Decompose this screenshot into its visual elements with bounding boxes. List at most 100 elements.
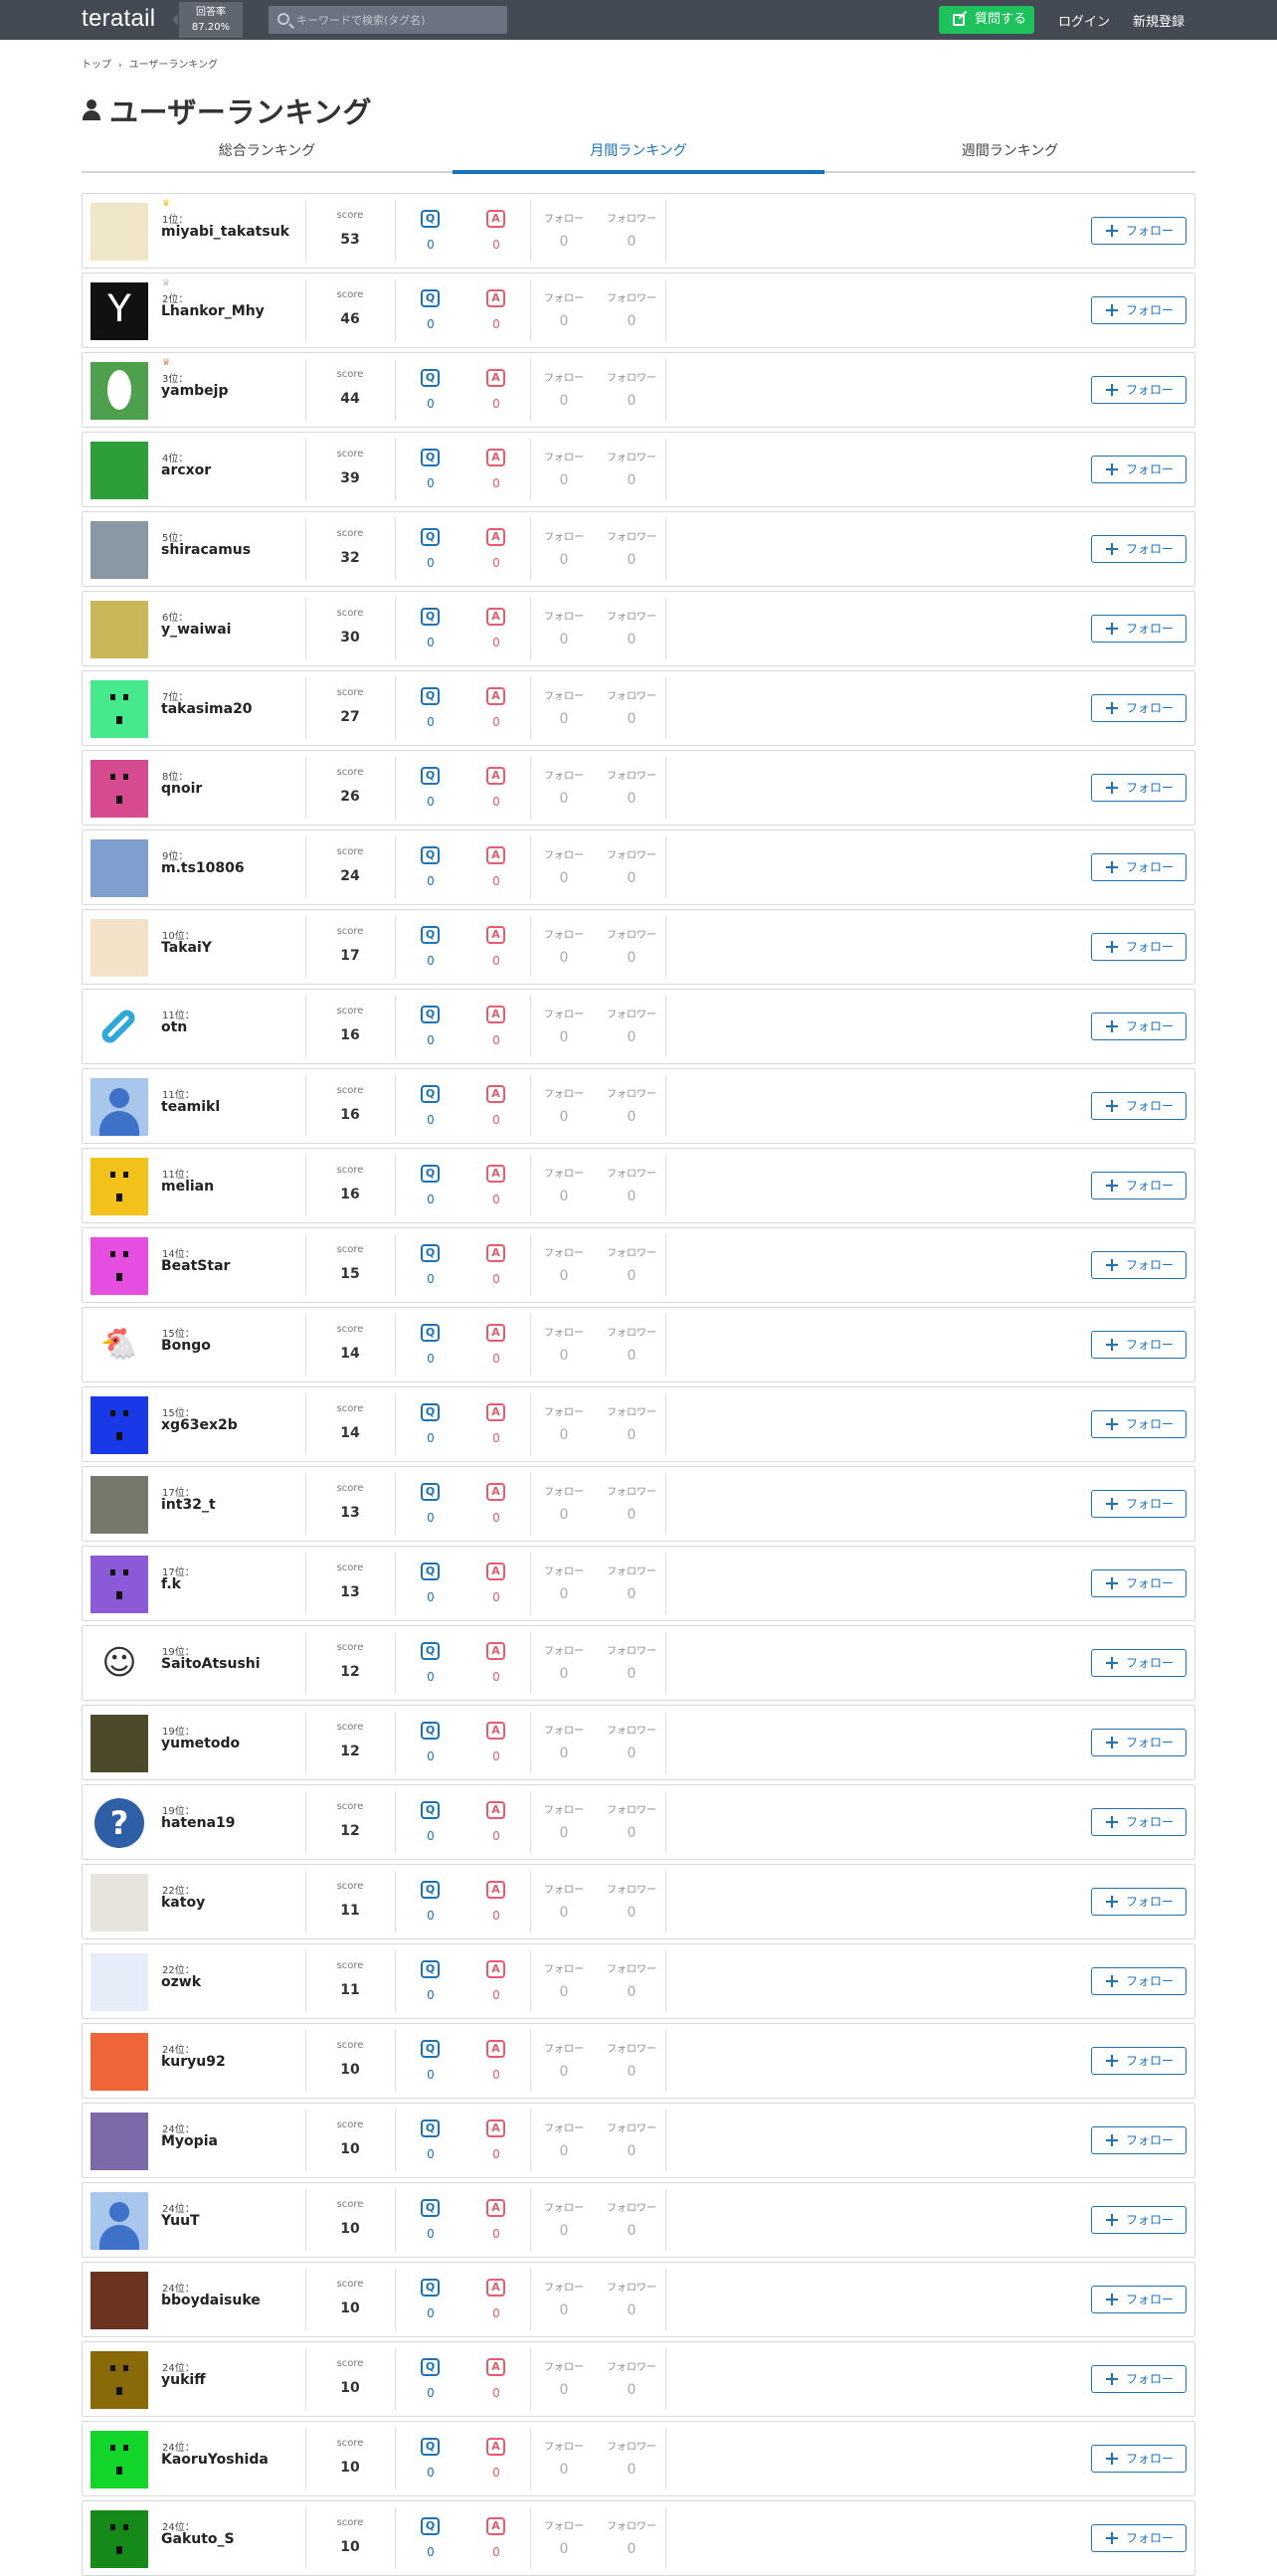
question-count[interactable]: 0: [411, 1431, 451, 1445]
username-link[interactable]: teamikl: [161, 1099, 220, 1115]
username-link[interactable]: YuuT: [161, 2213, 200, 2229]
follow-button[interactable]: フォロー: [1091, 1331, 1186, 1359]
follow-button[interactable]: フォロー: [1091, 535, 1186, 563]
night-photo-avatar[interactable]: [91, 1715, 148, 1772]
follow-button[interactable]: フォロー: [1091, 2524, 1186, 2552]
answer-count[interactable]: 0: [476, 874, 516, 888]
question-count[interactable]: 0: [411, 1113, 451, 1127]
identicon-avatar[interactable]: [91, 2351, 148, 2409]
follow-button[interactable]: フォロー: [1091, 1251, 1186, 1279]
signup-link[interactable]: 新規登録: [1133, 11, 1185, 30]
question-count[interactable]: 0: [411, 1033, 451, 1047]
tab-weekly-ranking[interactable]: 週間ランキング: [824, 137, 1195, 173]
username-link[interactable]: arcxor: [161, 462, 211, 478]
follow-button[interactable]: フォロー: [1091, 1012, 1186, 1040]
follow-button[interactable]: フォロー: [1091, 933, 1186, 961]
question-count[interactable]: 0: [411, 2545, 451, 2559]
tab-overall-ranking[interactable]: 総合ランキング: [82, 137, 453, 173]
answer-count[interactable]: 0: [476, 556, 516, 570]
answer-count[interactable]: 0: [476, 397, 516, 411]
answer-count[interactable]: 0: [476, 2306, 516, 2320]
answer-count[interactable]: 0: [476, 2068, 516, 2082]
username-link[interactable]: f.k: [161, 1576, 181, 1592]
username-link[interactable]: Bongo: [161, 1338, 211, 1354]
search-icon[interactable]: [277, 13, 289, 25]
follow-button[interactable]: フォロー: [1091, 1569, 1186, 1597]
breadcrumb-top[interactable]: トップ: [82, 60, 111, 71]
egg-avatar[interactable]: [91, 362, 148, 420]
snow-mountain-photo-avatar[interactable]: [91, 521, 148, 579]
follow-button[interactable]: フォロー: [1091, 1172, 1186, 1199]
search-input[interactable]: [296, 10, 501, 30]
tab-monthly-ranking[interactable]: 月間ランキング: [453, 137, 824, 174]
answer-count[interactable]: 0: [476, 2545, 516, 2559]
site-logo[interactable]: teratail: [82, 5, 155, 33]
username-link[interactable]: Gakuto_S: [161, 2531, 235, 2547]
question-mark-avatar[interactable]: ?: [91, 1794, 148, 1852]
username-link[interactable]: yambejp: [161, 383, 229, 399]
question-count[interactable]: 0: [411, 1988, 451, 2002]
username-link[interactable]: otn: [161, 1019, 187, 1035]
follow-button[interactable]: フォロー: [1091, 1092, 1186, 1120]
answer-count[interactable]: 0: [476, 1193, 516, 1206]
question-count[interactable]: 0: [411, 2227, 451, 2241]
default-person-avatar[interactable]: [91, 2192, 148, 2250]
answer-count[interactable]: 0: [476, 1352, 516, 1366]
question-count[interactable]: 0: [411, 715, 451, 729]
answer-count[interactable]: 0: [476, 1033, 516, 1047]
follow-button[interactable]: フォロー: [1091, 456, 1186, 483]
question-count[interactable]: 0: [411, 317, 451, 331]
username-link[interactable]: KaoruYoshida: [161, 2452, 269, 2468]
answer-count[interactable]: 0: [476, 954, 516, 968]
follow-button[interactable]: フォロー: [1091, 2445, 1186, 2473]
answer-count[interactable]: 0: [476, 1113, 516, 1127]
answer-count[interactable]: 0: [476, 476, 516, 490]
question-count[interactable]: 0: [411, 1193, 451, 1206]
answer-count[interactable]: 0: [476, 238, 516, 252]
identicon-avatar[interactable]: [91, 1237, 148, 1295]
follow-button[interactable]: フォロー: [1091, 615, 1186, 643]
question-count[interactable]: 0: [411, 1749, 451, 1763]
username-link[interactable]: SaitoAtsushi: [161, 1656, 261, 1672]
follow-button[interactable]: フォロー: [1091, 1649, 1186, 1677]
answer-count[interactable]: 0: [476, 2147, 516, 2161]
question-count[interactable]: 0: [411, 556, 451, 570]
follow-button[interactable]: フォロー: [1091, 1808, 1186, 1836]
road-photo-avatar[interactable]: [91, 1476, 148, 1534]
link-icon-avatar[interactable]: [91, 999, 148, 1056]
username-link[interactable]: y_waiwai: [161, 622, 232, 638]
follow-button[interactable]: フォロー: [1091, 2206, 1186, 2234]
question-count[interactable]: 0: [411, 1511, 451, 1525]
username-link[interactable]: m.ts10806: [161, 860, 245, 876]
answer-count[interactable]: 0: [476, 1749, 516, 1763]
follow-button[interactable]: フォロー: [1091, 2047, 1186, 2075]
question-count[interactable]: 0: [411, 795, 451, 809]
identicon-avatar[interactable]: [91, 1396, 148, 1454]
guitar-photo-avatar[interactable]: [91, 2272, 148, 2329]
username-link[interactable]: BeatStar: [161, 1258, 230, 1274]
question-count[interactable]: 0: [411, 476, 451, 490]
follow-button[interactable]: フォロー: [1091, 694, 1186, 722]
username-link[interactable]: yumetodo: [161, 1736, 240, 1751]
follow-button[interactable]: フォロー: [1091, 2286, 1186, 2313]
answer-count[interactable]: 0: [476, 1511, 516, 1525]
follow-button[interactable]: フォロー: [1091, 1490, 1186, 1518]
answer-count[interactable]: 0: [476, 1590, 516, 1604]
y-letter-avatar[interactable]: Y: [91, 282, 148, 340]
identicon-avatar[interactable]: [91, 1158, 148, 1215]
username-link[interactable]: hatena19: [161, 1815, 236, 1831]
follow-button[interactable]: フォロー: [1091, 2365, 1186, 2393]
identicon-avatar[interactable]: [91, 680, 148, 738]
follow-button[interactable]: フォロー: [1091, 2126, 1186, 2154]
default-person-avatar[interactable]: [91, 1078, 148, 1136]
answer-count[interactable]: 0: [476, 715, 516, 729]
question-count[interactable]: 0: [411, 2466, 451, 2480]
question-count[interactable]: 0: [411, 1590, 451, 1604]
answer-count[interactable]: 0: [476, 2386, 516, 2400]
blurred-photo-avatar[interactable]: [91, 839, 148, 897]
username-link[interactable]: xg63ex2b: [161, 1417, 238, 1433]
username-link[interactable]: miyabi_takatsuk: [161, 224, 289, 240]
answer-count[interactable]: 0: [476, 1670, 516, 1684]
question-count[interactable]: 0: [411, 1272, 451, 1286]
answer-count[interactable]: 0: [476, 1272, 516, 1286]
